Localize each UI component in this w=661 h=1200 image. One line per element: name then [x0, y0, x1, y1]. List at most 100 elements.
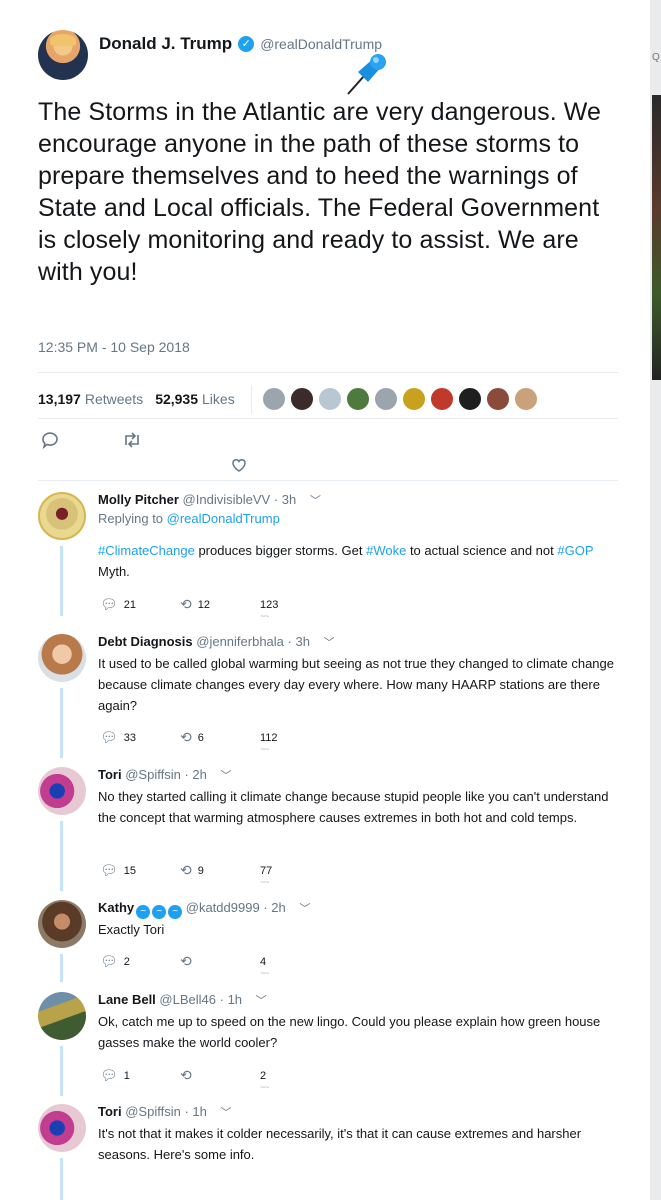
- avatar[interactable]: [38, 634, 86, 682]
- like-group[interactable]: 77: [260, 864, 320, 887]
- liker-avatar[interactable]: [485, 387, 510, 411]
- reply-time[interactable]: · 3h: [288, 634, 310, 649]
- reply-author-name[interactable]: Debt Diagnosis: [98, 634, 193, 649]
- stats-separator: [250, 385, 252, 413]
- reply-tweet[interactable]: Tori @Spiffsin · 2h ﹀ No they started ca…: [38, 767, 638, 893]
- avatar[interactable]: [38, 767, 86, 815]
- retweet-icon[interactable]: ⟲: [180, 729, 192, 746]
- hashtag-link[interactable]: #Woke: [366, 543, 406, 558]
- retweet-icon[interactable]: ⟲: [180, 596, 192, 613]
- retweet-count: 6: [197, 731, 204, 744]
- reply-author-handle[interactable]: @jenniferbhala: [196, 634, 284, 649]
- liker-avatar[interactable]: [317, 387, 342, 411]
- thread-line: [60, 954, 63, 982]
- avatar[interactable]: [38, 992, 86, 1040]
- liker-avatar[interactable]: [401, 387, 426, 411]
- reply-author-handle[interactable]: @Spiffsin: [125, 1104, 181, 1119]
- like-group[interactable]: 112: [260, 732, 320, 754]
- reply-author-name[interactable]: Kathy: [98, 900, 134, 915]
- reply-icon[interactable]: 💬︎: [100, 1067, 118, 1084]
- thread-line: [60, 1158, 63, 1200]
- reply-author-handle[interactable]: @IndivisibleVV: [183, 492, 271, 507]
- like-count: 2: [260, 1069, 267, 1082]
- reply-time[interactable]: · 2h: [263, 900, 285, 915]
- thread-line: [60, 688, 63, 758]
- reply-actions: 💬︎ 2 ⟲ 4: [100, 953, 320, 978]
- liker-avatar[interactable]: [429, 387, 454, 411]
- reply-tweet[interactable]: Kathy ~ ~ ~ @katdd9999 · 2h ﹀ Exactly Tori …: [38, 900, 638, 982]
- reply-icon[interactable]: 💬︎: [100, 862, 118, 879]
- liker-avatar[interactable]: [513, 387, 538, 411]
- liker-avatar[interactable]: [457, 387, 482, 411]
- chevron-down-icon[interactable]: ﹀: [299, 900, 310, 916]
- avatar[interactable]: [38, 492, 86, 540]
- like-group[interactable]: 123: [260, 599, 320, 621]
- chevron-down-icon[interactable]: ﹀: [256, 992, 267, 1008]
- reply-tweet[interactable]: Molly Pitcher @IndivisibleVV · 3h ﹀ Repl…: [38, 492, 638, 621]
- liker-avatar[interactable]: [289, 387, 314, 411]
- retweet-icon[interactable]: ⟲: [180, 953, 192, 970]
- reply-time[interactable]: · 1h: [220, 992, 242, 1007]
- author-row: Donald J. Trump ✓ @realDonaldTrump: [99, 34, 382, 54]
- hashtag-link[interactable]: #ClimateChange: [98, 543, 195, 558]
- reply-tweet[interactable]: Tori @Spiffsin · 1h ﹀ It's not that it m…: [38, 1104, 638, 1200]
- liker-avatar[interactable]: [261, 387, 286, 411]
- replying-to: Replying to @realDonaldTrump: [98, 511, 280, 526]
- divider: [38, 372, 618, 373]
- reply-icon[interactable]: 💬︎: [100, 729, 118, 746]
- reply-author-handle[interactable]: @katdd9999: [186, 900, 260, 915]
- engagement-stats: 13,197 Retweets 52,935 Likes: [38, 385, 542, 413]
- reply-author-handle[interactable]: @Spiffsin: [125, 767, 181, 782]
- avatar[interactable]: [38, 30, 88, 80]
- reply-time[interactable]: · 2h: [184, 767, 206, 782]
- background-image-strip: [652, 95, 661, 380]
- tweet-timestamp[interactable]: 12:35 PM - 10 Sep 2018: [38, 339, 190, 355]
- reply-time[interactable]: · 3h: [274, 492, 296, 507]
- chevron-down-icon[interactable]: ﹀: [220, 767, 231, 783]
- likes-label[interactable]: Likes: [202, 391, 235, 407]
- reply-text: Ok, catch me up to speed on the new ling…: [98, 1014, 601, 1050]
- reply-author-name[interactable]: Molly Pitcher: [98, 492, 179, 507]
- retweets-count[interactable]: 13,197: [38, 391, 81, 407]
- reply-icon[interactable]: 💬︎: [100, 953, 118, 970]
- pin-icon: [347, 54, 386, 95]
- wave-emoji-icon: ~: [168, 905, 183, 919]
- reply-icon[interactable]: 💬︎: [100, 596, 118, 613]
- like-group[interactable]: 2: [260, 1069, 320, 1092]
- chevron-down-icon[interactable]: ﹀: [220, 1104, 231, 1120]
- liker-avatar[interactable]: [345, 387, 370, 411]
- author-name[interactable]: Donald J. Trump: [99, 34, 232, 54]
- retweet-icon[interactable]: ⟲: [180, 1067, 192, 1084]
- reply-text: Exactly Tori: [98, 922, 165, 937]
- reply-author-name[interactable]: Tori: [98, 767, 122, 782]
- like-count: 4: [260, 955, 267, 968]
- hashtag-link[interactable]: #GOP: [557, 543, 593, 558]
- liker-avatar[interactable]: [373, 387, 398, 411]
- reply-header: Tori @Spiffsin · 2h ﹀: [98, 767, 231, 783]
- reply-tweet[interactable]: Debt Diagnosis @jenniferbhala · 3h ﹀ It …: [38, 634, 638, 760]
- chevron-down-icon[interactable]: ﹀: [310, 492, 321, 508]
- reply-icon[interactable]: [40, 430, 60, 450]
- reply-tweet[interactable]: Lane Bell @LBell46 · 1h ﹀ Ok, catch me u…: [38, 992, 638, 1098]
- avatar[interactable]: [38, 900, 86, 948]
- retweets-label[interactable]: Retweets: [85, 391, 143, 407]
- reply-author-name[interactable]: Tori: [98, 1104, 122, 1119]
- reply-actions: 💬︎ 1 ⟲ 2: [100, 1067, 320, 1092]
- reply-author-handle[interactable]: @LBell46: [159, 992, 216, 1007]
- chevron-down-icon[interactable]: ﹀: [324, 634, 335, 650]
- like-group[interactable]: 4: [260, 955, 320, 978]
- reply-time[interactable]: · 1h: [184, 1104, 206, 1119]
- reply-count: 15: [123, 864, 137, 877]
- like-icon[interactable]: [230, 456, 248, 474]
- thread-line: [60, 1046, 63, 1096]
- reply-header: Tori @Spiffsin · 1h ﹀: [98, 1104, 231, 1120]
- like-count: 77: [260, 864, 273, 877]
- reply-author-name[interactable]: Lane Bell: [98, 992, 156, 1007]
- replying-to-link[interactable]: @realDonaldTrump: [167, 511, 280, 526]
- retweet-icon[interactable]: [122, 431, 142, 449]
- likes-count[interactable]: 52,935: [155, 391, 198, 407]
- reply-text-segment: produces bigger storms. Get: [194, 543, 367, 558]
- reply-text-segment: Myth.: [98, 564, 130, 579]
- avatar[interactable]: [38, 1104, 86, 1152]
- retweet-icon[interactable]: ⟲: [180, 862, 192, 879]
